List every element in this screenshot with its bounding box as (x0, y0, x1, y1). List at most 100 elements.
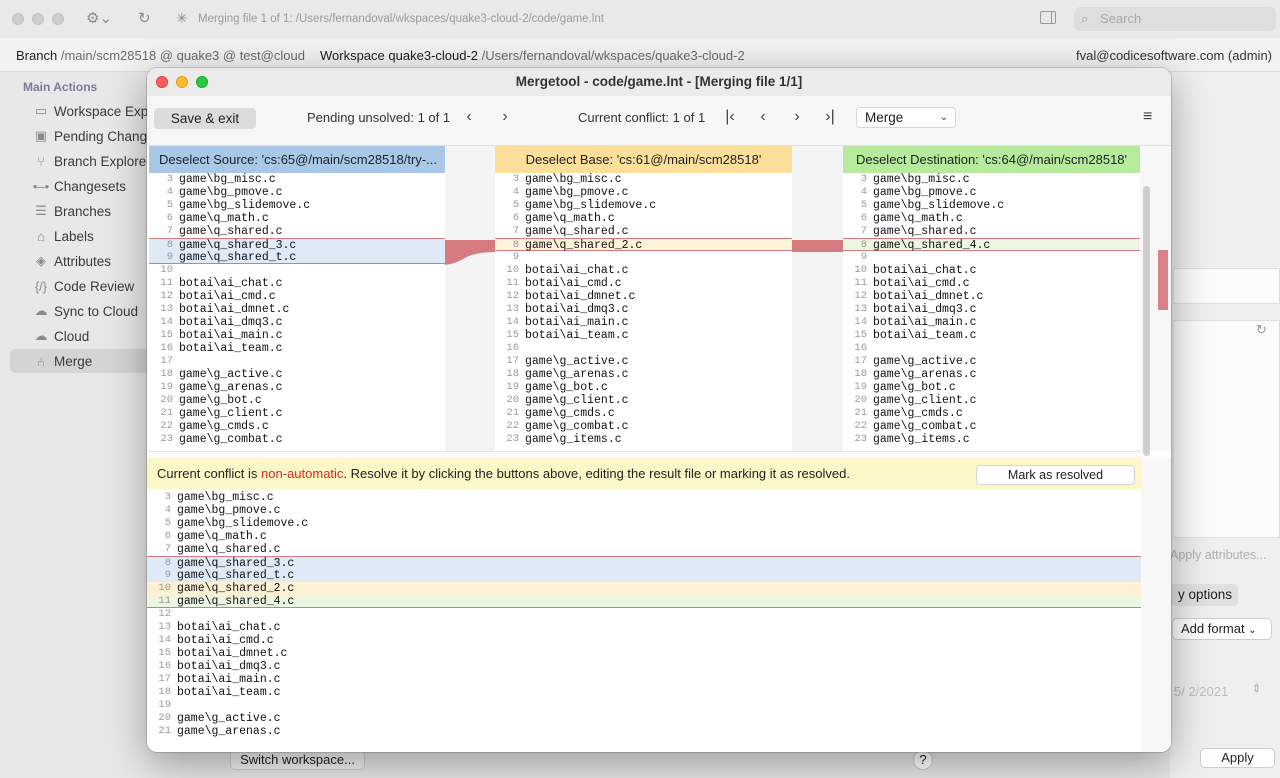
code-line[interactable]: 5 game\bg_slidemove.c (495, 199, 792, 212)
code-line[interactable]: 16 (843, 342, 1140, 355)
code-line[interactable]: 3 game\bg_misc.c (495, 173, 792, 186)
base-pane[interactable]: Deselect Base: 'cs:61@/main/scm28518' 3g… (495, 146, 792, 451)
code-line[interactable]: 13 botai\ai_dmnet.c (149, 303, 445, 316)
code-line[interactable]: 19 (147, 699, 1141, 712)
save-exit-button[interactable]: Save & exit (154, 108, 256, 129)
code-line[interactable]: 20 game\g_client.c (843, 394, 1140, 407)
code-line[interactable]: 18 game\g_arenas.c (843, 368, 1140, 381)
code-line[interactable]: 7 game\q_shared.c (147, 543, 1141, 556)
code-line[interactable]: 18 game\g_active.c (149, 368, 445, 381)
add-format-select[interactable]: Add format ⌄ (1172, 618, 1272, 640)
code-line[interactable]: 5 game\bg_slidemove.c (843, 199, 1140, 212)
code-line[interactable]: 9 (495, 251, 792, 264)
sidebar-item-changesets[interactable]: •–• Changesets (10, 174, 170, 198)
code-line[interactable]: 7 game\q_shared.c (495, 225, 792, 238)
sidebar-item-cloud[interactable]: ☁ Cloud (10, 324, 170, 348)
sidebar-toggle-icon[interactable] (1040, 11, 1056, 24)
code-line[interactable]: 3 game\bg_misc.c (147, 491, 1141, 504)
code-line[interactable]: 20 game\g_active.c (147, 712, 1141, 725)
code-line[interactable]: 5 game\bg_slidemove.c (149, 199, 445, 212)
code-line[interactable]: 19 game\g_bot.c (843, 381, 1140, 394)
code-line[interactable]: 8 game\q_shared_2.c (495, 238, 792, 252)
sidebar-item-code-review[interactable]: {/} Code Review (10, 274, 170, 298)
code-line[interactable]: 8 game\q_shared_3.c (149, 238, 445, 252)
switch-workspace-button[interactable]: Switch workspace... (230, 750, 365, 770)
code-line[interactable]: 12 (147, 608, 1141, 621)
code-line[interactable]: 4 game\bg_pmove.c (843, 186, 1140, 199)
last-conflict-button[interactable]: ›| (820, 106, 840, 128)
help-button[interactable]: ? (913, 750, 933, 770)
next-conflict-button[interactable]: › (787, 106, 807, 128)
destination-code[interactable]: 3 game\bg_misc.c 4 game\bg_pmove.c 5 game\bg_… (843, 173, 1140, 446)
code-line[interactable]: 22 game\g_combat.c (495, 420, 792, 433)
code-line[interactable]: 11 game\q_shared_4.c (147, 595, 1141, 608)
app-zoom-button[interactable] (52, 13, 64, 25)
sidebar-item-attributes[interactable]: ◈ Attributes (10, 249, 170, 273)
code-line[interactable]: 21 game\g_cmds.c (495, 407, 792, 420)
code-line[interactable]: 7 game\q_shared.c (149, 225, 445, 238)
code-line[interactable]: 16 botai\ai_team.c (149, 342, 445, 355)
sidebar-item-branch-explorer[interactable]: ⑂ Branch Explore (10, 149, 170, 173)
code-line[interactable]: 14 botai\ai_main.c (843, 316, 1140, 329)
code-line[interactable]: 16 botai\ai_dmq3.c (147, 660, 1141, 673)
code-line[interactable]: 15 botai\ai_main.c (149, 329, 445, 342)
code-line[interactable]: 11 botai\ai_cmd.c (843, 277, 1140, 290)
code-line[interactable]: 18 botai\ai_team.c (147, 686, 1141, 699)
code-line[interactable]: 8 game\q_shared_3.c (147, 556, 1141, 570)
code-line[interactable]: 17 game\g_active.c (495, 355, 792, 368)
code-line[interactable]: 5 game\bg_slidemove.c (147, 517, 1141, 530)
code-line[interactable]: 9 (843, 251, 1140, 264)
base-code[interactable]: 3 game\bg_misc.c 4 game\bg_pmove.c 5 game\bg_… (495, 173, 792, 446)
code-line[interactable]: 14 botai\ai_cmd.c (147, 634, 1141, 647)
code-line[interactable]: 13 botai\ai_dmq3.c (495, 303, 792, 316)
code-line[interactable]: 21 game\g_client.c (149, 407, 445, 420)
code-line[interactable]: 10 botai\ai_chat.c (495, 264, 792, 277)
destination-pane[interactable]: Deselect Destination: 'cs:64@/main/scm28… (843, 146, 1140, 451)
code-line[interactable]: 21 game\g_cmds.c (843, 407, 1140, 420)
sidebar-item-branches[interactable]: ☰ Branches (10, 199, 170, 223)
date-field[interactable]: 5/ 2/2021 (1174, 684, 1228, 699)
code-line[interactable]: 20 game\g_client.c (495, 394, 792, 407)
code-line[interactable]: 17 game\g_active.c (843, 355, 1140, 368)
code-line[interactable]: 6 game\q_math.c (149, 212, 445, 225)
code-line[interactable]: 10 botai\ai_chat.c (843, 264, 1140, 277)
mark-as-resolved-button[interactable]: Mark as resolved (976, 465, 1135, 485)
search-input[interactable]: ⌕ Search (1074, 7, 1276, 31)
apply-attributes-button[interactable]: Apply attributes... (1170, 548, 1267, 562)
code-line[interactable]: 22 game\g_cmds.c (149, 420, 445, 433)
source-pane[interactable]: Deselect Source: 'cs:65@/main/scm28518/t… (149, 146, 445, 451)
code-line[interactable]: 14 botai\ai_main.c (495, 316, 792, 329)
code-line[interactable]: 13 botai\ai_dmq3.c (843, 303, 1140, 316)
code-line[interactable]: 14 botai\ai_dmq3.c (149, 316, 445, 329)
result-scrollbar[interactable] (1141, 458, 1171, 752)
code-line[interactable]: 17 botai\ai_main.c (147, 673, 1141, 686)
code-line[interactable]: 15 botai\ai_team.c (495, 329, 792, 342)
app-close-button[interactable] (12, 13, 24, 25)
code-line[interactable]: 11 botai\ai_chat.c (149, 277, 445, 290)
sidebar-item-sync-to-cloud[interactable]: ☁ Sync to Cloud (10, 299, 170, 323)
code-line[interactable]: 4 game\bg_pmove.c (147, 504, 1141, 517)
code-line[interactable]: 22 game\g_combat.c (843, 420, 1140, 433)
code-line[interactable]: 6 game\q_math.c (843, 212, 1140, 225)
code-line[interactable]: 13 botai\ai_chat.c (147, 621, 1141, 634)
code-line[interactable]: 12 botai\ai_dmnet.c (843, 290, 1140, 303)
sidebar-item-labels[interactable]: ⌂ Labels (10, 224, 170, 248)
previous-conflict-button[interactable]: ‹ (753, 106, 773, 128)
source-code[interactable]: 3 game\bg_misc.c 4 game\bg_pmove.c 5 game\bg_… (149, 173, 445, 446)
diff-scrollbar[interactable] (1140, 146, 1171, 456)
code-line[interactable]: 18 game\g_arenas.c (495, 368, 792, 381)
code-line[interactable]: 20 game\g_bot.c (149, 394, 445, 407)
refresh-icon[interactable]: ↻ (1256, 322, 1267, 338)
deselect-base-button[interactable]: Deselect Base: 'cs:61@/main/scm28518' (495, 146, 792, 173)
code-line[interactable]: 23 game\g_items.c (843, 433, 1140, 446)
code-line[interactable]: 21 game\g_arenas.c (147, 725, 1141, 738)
code-line[interactable]: 4 game\bg_pmove.c (149, 186, 445, 199)
code-line[interactable]: 6 game\q_math.c (147, 530, 1141, 543)
code-line[interactable]: 10 (149, 264, 445, 277)
next-pending-button[interactable]: › (495, 106, 515, 128)
options-button[interactable]: y options (1170, 584, 1238, 606)
merge-mode-select[interactable]: Merge ⌄ (856, 107, 956, 128)
code-line[interactable]: 12 botai\ai_dmnet.c (495, 290, 792, 303)
code-line[interactable]: 17 (149, 355, 445, 368)
code-line[interactable]: 15 botai\ai_dmnet.c (147, 647, 1141, 660)
